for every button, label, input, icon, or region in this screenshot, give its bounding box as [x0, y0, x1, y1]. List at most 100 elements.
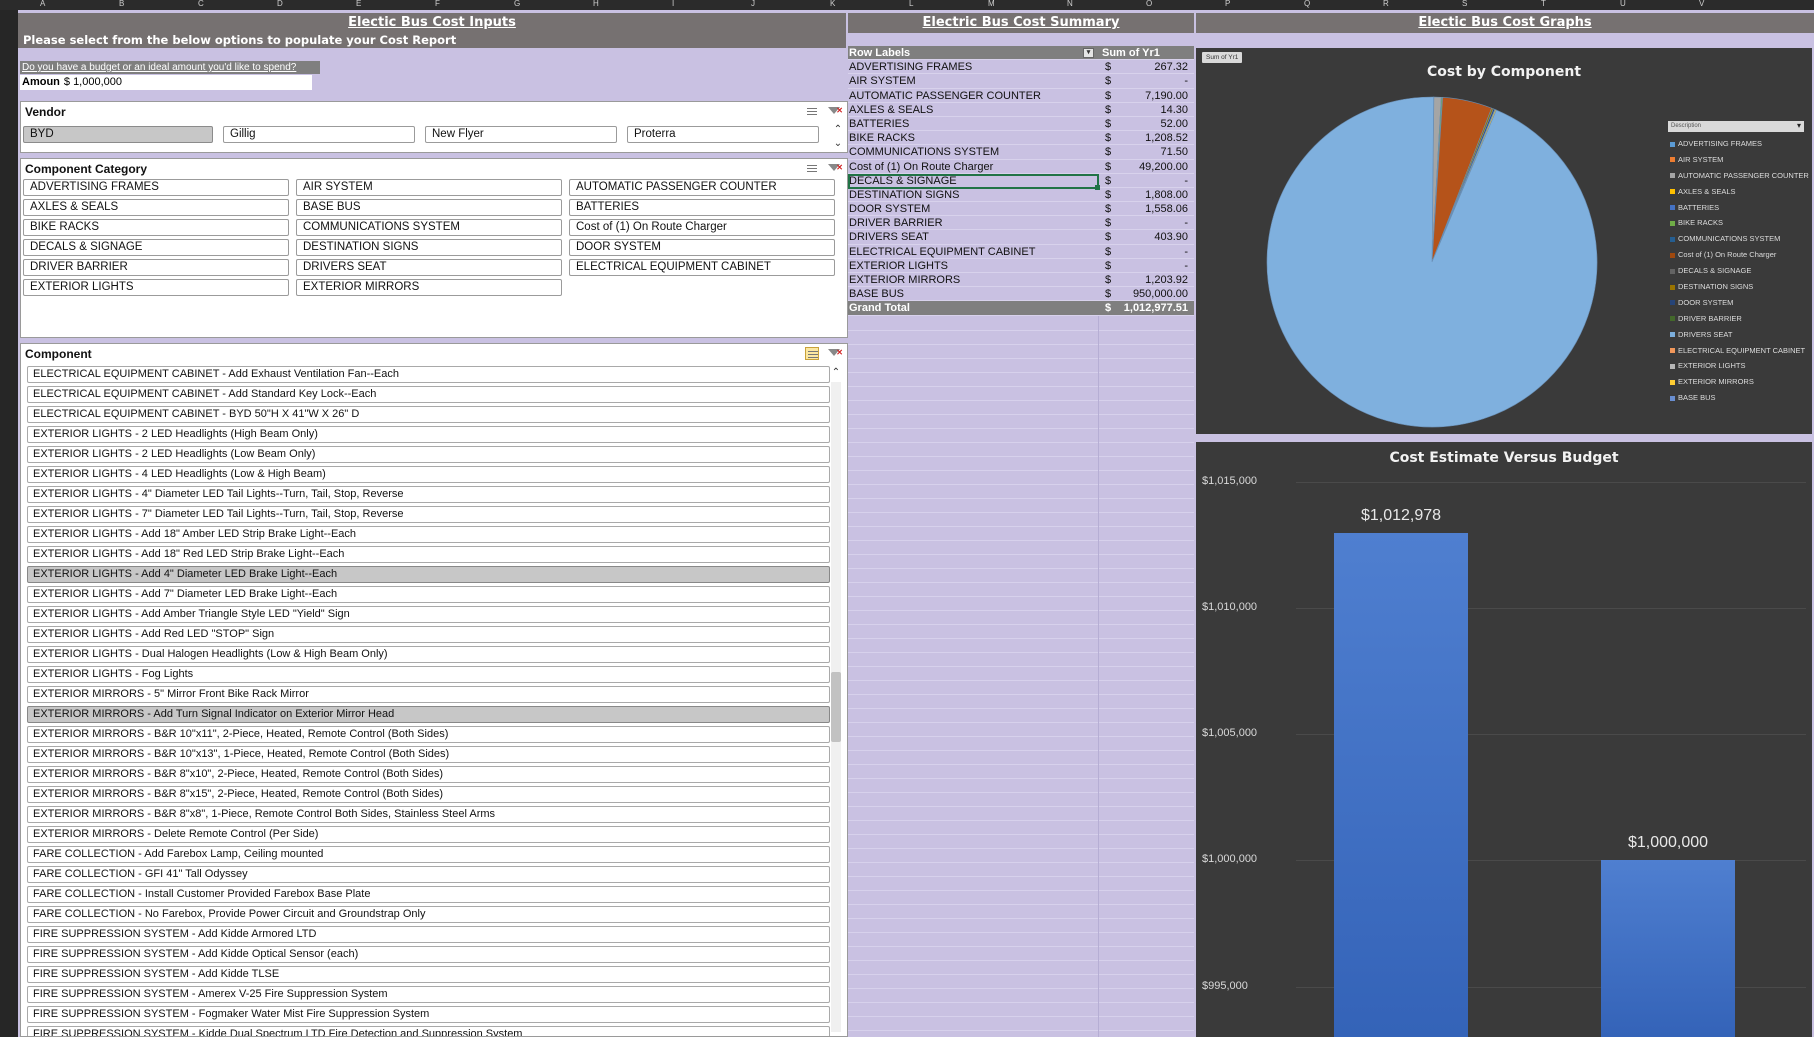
- component-list-item[interactable]: EXTERIOR LIGHTS - Add Red LED "STOP" Sig…: [27, 626, 830, 643]
- pivot-row[interactable]: ELECTRICAL EQUIPMENT CABINET $ -: [848, 244, 1194, 259]
- category-chip[interactable]: DESTINATION SIGNS: [296, 239, 562, 256]
- column-letter[interactable]: B: [119, 0, 124, 8]
- multi-select-icon[interactable]: [805, 162, 819, 175]
- filter-dropdown-icon[interactable]: ▾: [1083, 48, 1094, 58]
- clear-filter-icon[interactable]: [827, 101, 843, 121]
- category-chip[interactable]: DRIVER BARRIER: [23, 259, 289, 276]
- component-list-item[interactable]: EXTERIOR LIGHTS - Add 4" Diameter LED Br…: [27, 566, 830, 583]
- pivot-row[interactable]: DRIVER BARRIER $ -: [848, 216, 1194, 231]
- category-chip[interactable]: EXTERIOR MIRRORS: [296, 279, 562, 296]
- pivot-row[interactable]: ADVERTISING FRAMES $267.32: [848, 60, 1194, 75]
- column-letter[interactable]: A: [40, 0, 45, 8]
- pivot-row[interactable]: COMMUNICATIONS SYSTEM $71.50: [848, 145, 1194, 160]
- component-list-item[interactable]: EXTERIOR MIRRORS - B&R 10"x13", 1-Piece,…: [27, 746, 830, 763]
- component-scrollbar[interactable]: [831, 382, 841, 1032]
- component-list-item[interactable]: EXTERIOR LIGHTS - 2 LED Headlights (Low …: [27, 446, 830, 463]
- column-letter[interactable]: Q: [1304, 0, 1310, 8]
- component-list-item[interactable]: FARE COLLECTION - No Farebox, Provide Po…: [27, 906, 830, 923]
- category-chip[interactable]: BATTERIES: [569, 199, 835, 216]
- pivot-grand-total-row[interactable]: Grand Total $ 1,012,977.51: [848, 301, 1194, 316]
- pivot-row[interactable]: EXTERIOR LIGHTS $ -: [848, 258, 1194, 273]
- column-letter[interactable]: K: [830, 0, 835, 8]
- bar[interactable]: [1601, 860, 1735, 1037]
- pivot-row[interactable]: AXLES & SEALS $14.30: [848, 102, 1194, 117]
- column-letter[interactable]: V: [1699, 0, 1704, 8]
- vendor-chip[interactable]: Gillig: [223, 126, 415, 143]
- vendor-chip[interactable]: Proterra: [627, 126, 819, 143]
- component-list-item[interactable]: EXTERIOR MIRRORS - Add Turn Signal Indic…: [27, 706, 830, 723]
- clear-filter-icon[interactable]: [827, 344, 843, 363]
- category-chip[interactable]: DRIVERS SEAT: [296, 259, 562, 276]
- scroll-up-icon[interactable]: ⌃: [830, 367, 842, 379]
- component-list-item[interactable]: FIRE SUPPRESSION SYSTEM - Add Kidde Armo…: [27, 926, 830, 943]
- category-chip[interactable]: BIKE RACKS: [23, 219, 289, 236]
- component-list-item[interactable]: EXTERIOR MIRRORS - B&R 8"x15", 2-Piece, …: [27, 786, 830, 803]
- component-list-item[interactable]: EXTERIOR LIGHTS - Fog Lights: [27, 666, 830, 683]
- category-chip[interactable]: AIR SYSTEM: [296, 179, 562, 196]
- component-list-item[interactable]: EXTERIOR MIRRORS - B&R 10"x11", 2-Piece,…: [27, 726, 830, 743]
- column-letter[interactable]: N: [1067, 0, 1073, 8]
- component-list-item[interactable]: FARE COLLECTION - Install Customer Provi…: [27, 886, 830, 903]
- legend-filter-dropdown[interactable]: Description: [1668, 121, 1804, 132]
- column-letter[interactable]: D: [277, 0, 283, 8]
- pivot-row[interactable]: DESTINATION SIGNS $1,808.00: [848, 187, 1194, 203]
- column-letter[interactable]: S: [1462, 0, 1467, 8]
- column-letter[interactable]: I: [672, 0, 674, 8]
- component-list-item[interactable]: EXTERIOR LIGHTS - Add Amber Triangle Sty…: [27, 606, 830, 623]
- category-chip[interactable]: ELECTRICAL EQUIPMENT CABINET: [569, 259, 835, 276]
- column-letter[interactable]: T: [1541, 0, 1546, 8]
- multi-select-icon[interactable]: [805, 105, 819, 118]
- pivot-row[interactable]: BATTERIES $52.00: [848, 116, 1194, 132]
- component-list-item[interactable]: ELECTRICAL EQUIPMENT CABINET - Add Exhau…: [27, 366, 830, 383]
- component-list-item[interactable]: EXTERIOR LIGHTS - 4 LED Headlights (Low …: [27, 466, 830, 483]
- pivot-row[interactable]: DOOR SYSTEM $1,558.06: [848, 202, 1194, 217]
- amount-input-row[interactable]: Amoun $ 1,000,000: [20, 75, 312, 90]
- scroll-down-icon[interactable]: ⌄: [832, 138, 844, 150]
- pivot-row[interactable]: BASE BUS $950,000.00: [848, 287, 1194, 302]
- vendor-chip[interactable]: BYD: [23, 126, 213, 143]
- scroll-up-icon[interactable]: ⌃: [832, 124, 844, 136]
- component-list-item[interactable]: ELECTRICAL EQUIPMENT CABINET - BYD 50"H …: [27, 406, 830, 423]
- column-letter[interactable]: J: [751, 0, 755, 8]
- vendor-chip[interactable]: New Flyer: [425, 126, 617, 143]
- fill-handle[interactable]: [1095, 185, 1100, 190]
- column-letter[interactable]: H: [593, 0, 599, 8]
- component-list-item[interactable]: EXTERIOR MIRRORS - 5" Mirror Front Bike …: [27, 686, 830, 703]
- column-letter[interactable]: U: [1620, 0, 1626, 8]
- category-chip[interactable]: DECALS & SIGNAGE: [23, 239, 289, 256]
- component-list-item[interactable]: FARE COLLECTION - Add Farebox Lamp, Ceil…: [27, 846, 830, 863]
- column-letter[interactable]: E: [356, 0, 361, 8]
- category-chip[interactable]: AUTOMATIC PASSENGER COUNTER: [569, 179, 835, 196]
- component-list-item[interactable]: EXTERIOR LIGHTS - Add 18" Red LED Strip …: [27, 546, 830, 563]
- pivot-row[interactable]: BIKE RACKS $1,208.52: [848, 131, 1194, 146]
- column-letter[interactable]: P: [1225, 0, 1230, 8]
- cost-by-component-chart[interactable]: Sum of Yr1 Cost by Component Description…: [1196, 48, 1812, 434]
- pie-slice[interactable]: [1266, 96, 1598, 428]
- component-list-item[interactable]: FIRE SUPPRESSION SYSTEM - Add Kidde Opti…: [27, 946, 830, 963]
- component-list-item[interactable]: FIRE SUPPRESSION SYSTEM - Kidde Dual Spe…: [27, 1026, 830, 1036]
- component-list-item[interactable]: FIRE SUPPRESSION SYSTEM - Add Kidde TLSE: [27, 966, 830, 983]
- pivot-row[interactable]: DRIVERS SEAT $403.90: [848, 230, 1194, 245]
- pivot-row[interactable]: EXTERIOR MIRRORS $1,203.92: [848, 273, 1194, 288]
- column-letter[interactable]: F: [435, 0, 440, 8]
- component-list-item[interactable]: FARE COLLECTION - GFI 41" Tall Odyssey: [27, 866, 830, 883]
- component-list-item[interactable]: EXTERIOR LIGHTS - Add 7" Diameter LED Br…: [27, 586, 830, 603]
- category-chip[interactable]: EXTERIOR LIGHTS: [23, 279, 289, 296]
- pivot-row[interactable]: AUTOMATIC PASSENGER COUNTER $7,190.00: [848, 88, 1194, 103]
- component-list-item[interactable]: EXTERIOR LIGHTS - 4" Diameter LED Tail L…: [27, 486, 830, 503]
- component-list-item[interactable]: EXTERIOR LIGHTS - 7" Diameter LED Tail L…: [27, 506, 830, 523]
- pivot-row[interactable]: Cost of (1) On Route Charger $49,200.00: [848, 159, 1194, 174]
- column-letter[interactable]: C: [198, 0, 204, 8]
- category-chip[interactable]: BASE BUS: [296, 199, 562, 216]
- column-letter[interactable]: M: [988, 0, 995, 8]
- bar[interactable]: [1334, 533, 1468, 1037]
- category-chip[interactable]: AXLES & SEALS: [23, 199, 289, 216]
- component-list-item[interactable]: ELECTRICAL EQUIPMENT CABINET - Add Stand…: [27, 386, 830, 403]
- scrollbar-thumb[interactable]: [831, 672, 841, 742]
- component-list-item[interactable]: EXTERIOR LIGHTS - Add 18" Amber LED Stri…: [27, 526, 830, 543]
- column-letter[interactable]: G: [514, 0, 520, 8]
- clear-filter-icon[interactable]: [827, 158, 843, 178]
- component-list-item[interactable]: EXTERIOR MIRRORS - B&R 8"x8", 1-Piece, R…: [27, 806, 830, 823]
- category-chip[interactable]: COMMUNICATIONS SYSTEM: [296, 219, 562, 236]
- column-letter[interactable]: O: [1146, 0, 1152, 8]
